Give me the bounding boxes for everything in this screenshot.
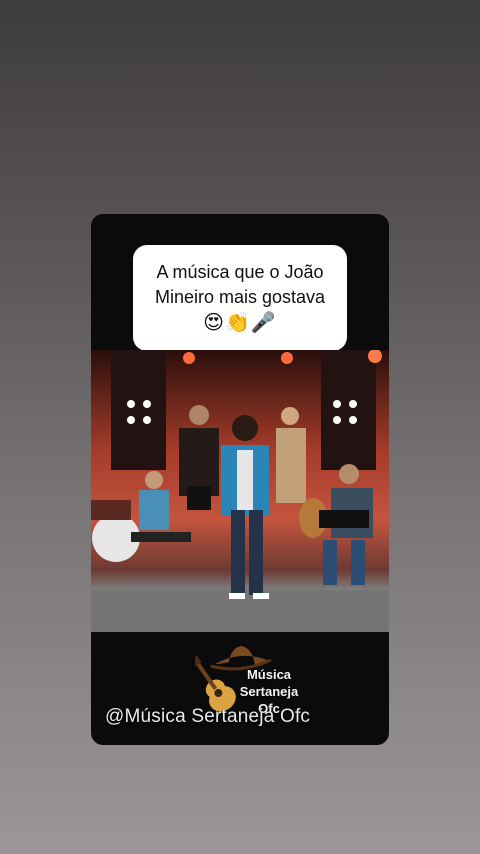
caption-line-1: A música que o João	[156, 262, 324, 282]
watermark-handle: @Música Sertaneja Ofc	[105, 706, 311, 727]
caption-emojis: 😍👏🎤	[203, 312, 277, 334]
caption-bubble: A música que o João Mineiro mais gostava…	[133, 245, 347, 351]
caption-line-2: Mineiro mais gostava	[154, 287, 326, 307]
watermark-line-1: Música	[246, 667, 292, 682]
watermark-line-2: Sertaneja	[239, 684, 299, 699]
video-frame[interactable]	[91, 350, 389, 632]
story-card[interactable]: A música que o João Mineiro mais gostava…	[91, 214, 389, 745]
concert-stage-image	[91, 350, 389, 632]
